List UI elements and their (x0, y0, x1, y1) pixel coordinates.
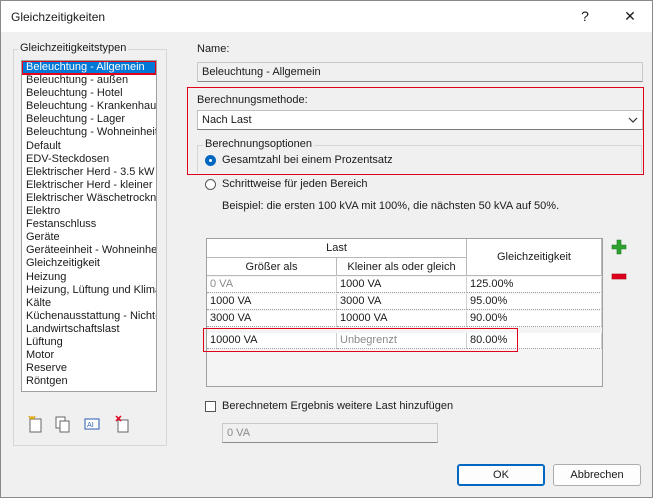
table-cell[interactable]: 1000 VA (337, 277, 467, 293)
rename-type-icon[interactable]: AI (84, 415, 102, 433)
example-text: Beispiel: die ersten 100 kVA mit 100%, d… (222, 200, 560, 212)
title-bar: Gleichzeitigkeiten ? ✕ (1, 1, 652, 32)
list-item[interactable]: Default (22, 140, 156, 153)
radio-total-label: Gesamtzahl bei einem Prozentsatz (222, 154, 393, 166)
method-value: Nach Last (202, 114, 252, 126)
list-item[interactable]: Beleuchtung - Allgemein (22, 61, 156, 76)
svg-text:AI: AI (87, 421, 94, 429)
method-label: Berechnungsmethode: (197, 94, 308, 106)
list-item[interactable]: Gleichzeitigkeit (22, 257, 156, 270)
new-type-icon[interactable] (27, 415, 45, 433)
list-item[interactable]: Heizung (22, 271, 156, 284)
name-field[interactable]: Beleuchtung - Allgemein (197, 62, 643, 82)
header-greater[interactable]: Größer als (207, 258, 337, 276)
delete-type-icon[interactable] (115, 415, 133, 433)
list-item[interactable]: Elektrischer Wäschetrockner (22, 192, 156, 205)
cancel-button[interactable]: Abbrechen (553, 464, 641, 486)
close-button[interactable]: ✕ (608, 1, 652, 32)
types-label: Gleichzeitigkeitstypen (18, 42, 129, 54)
name-label: Name: (197, 43, 230, 55)
ok-button[interactable]: OK (457, 464, 545, 486)
list-item[interactable]: Beleuchtung - Lager (22, 113, 156, 126)
list-item[interactable]: Elektro (22, 205, 156, 218)
dialog-window: Gleichzeitigkeiten ? ✕ Gleichzeitigkeits… (0, 0, 653, 498)
extra-load-checkbox[interactable] (205, 401, 216, 412)
list-item[interactable]: Landwirtschaftslast (22, 323, 156, 336)
list-item[interactable]: Motor (22, 349, 156, 362)
list-item[interactable]: Reserve (22, 362, 156, 375)
list-item[interactable]: Beleuchtung - außen (22, 74, 156, 87)
duplicate-type-icon[interactable] (54, 415, 72, 433)
table-cell[interactable]: 3000 VA (337, 294, 467, 310)
list-item[interactable]: Beleuchtung - Hotel (22, 87, 156, 100)
table-cell[interactable]: 95.00% (467, 294, 602, 310)
row-highlight (203, 328, 518, 352)
list-item[interactable]: Festanschluss (22, 218, 156, 231)
table-cell[interactable]: 125.00% (467, 277, 602, 293)
options-label: Berechnungsoptionen (203, 138, 315, 150)
table-cell: 3000 VA (207, 311, 337, 327)
list-item[interactable]: Küchenausstattung - Nicht- (22, 310, 156, 323)
header-less[interactable]: Kleiner als oder gleich (337, 258, 467, 276)
table-cell[interactable]: 10000 VA (337, 311, 467, 327)
radio-stepwise[interactable] (205, 179, 216, 190)
help-button[interactable]: ? (563, 1, 607, 32)
chevron-down-icon (628, 111, 638, 135)
list-item[interactable]: Elektrischer Herd - kleiner a (22, 179, 156, 192)
remove-row-icon[interactable] (611, 269, 629, 287)
radio-stepwise-label: Schrittweise für jeden Bereich (222, 178, 368, 190)
list-item[interactable]: Röntgen (22, 375, 156, 388)
list-item[interactable]: Heizung, Lüftung und Klima (22, 284, 156, 297)
table-cell: 1000 VA (207, 294, 337, 310)
extra-load-label: Berechnetem Ergebnis weitere Last hinzuf… (222, 400, 454, 412)
list-item[interactable]: Beleuchtung - Krankenhaus (22, 100, 156, 113)
table-cell[interactable]: 90.00% (467, 311, 602, 327)
header-factor[interactable]: Gleichzeitigkeit (467, 239, 602, 276)
header-last: Last (207, 239, 467, 258)
list-item[interactable]: EDV-Steckdosen (22, 153, 156, 166)
add-row-icon[interactable] (611, 239, 629, 257)
list-item[interactable]: Beleuchtung - Wohneinheit (22, 126, 156, 139)
list-item[interactable]: Elektrischer Herd - 3.5 kW (22, 166, 156, 179)
radio-total[interactable] (205, 155, 216, 166)
list-item[interactable]: Geräteeinheit - Wohneinheit (22, 244, 156, 257)
load-table[interactable]: Last Größer als Kleiner als oder gleich … (206, 238, 603, 387)
window-title: Gleichzeitigkeiten (11, 10, 106, 24)
table-cell: 0 VA (207, 277, 337, 293)
list-item[interactable]: Geräte (22, 231, 156, 244)
extra-load-field[interactable]: 0 VA (222, 423, 438, 443)
types-list[interactable]: Beleuchtung - Allgemein Beleuchtung - au… (21, 60, 157, 392)
method-dropdown[interactable]: Nach Last (197, 110, 643, 130)
list-item[interactable]: Lüftung (22, 336, 156, 349)
list-item[interactable]: Kälte (22, 297, 156, 310)
